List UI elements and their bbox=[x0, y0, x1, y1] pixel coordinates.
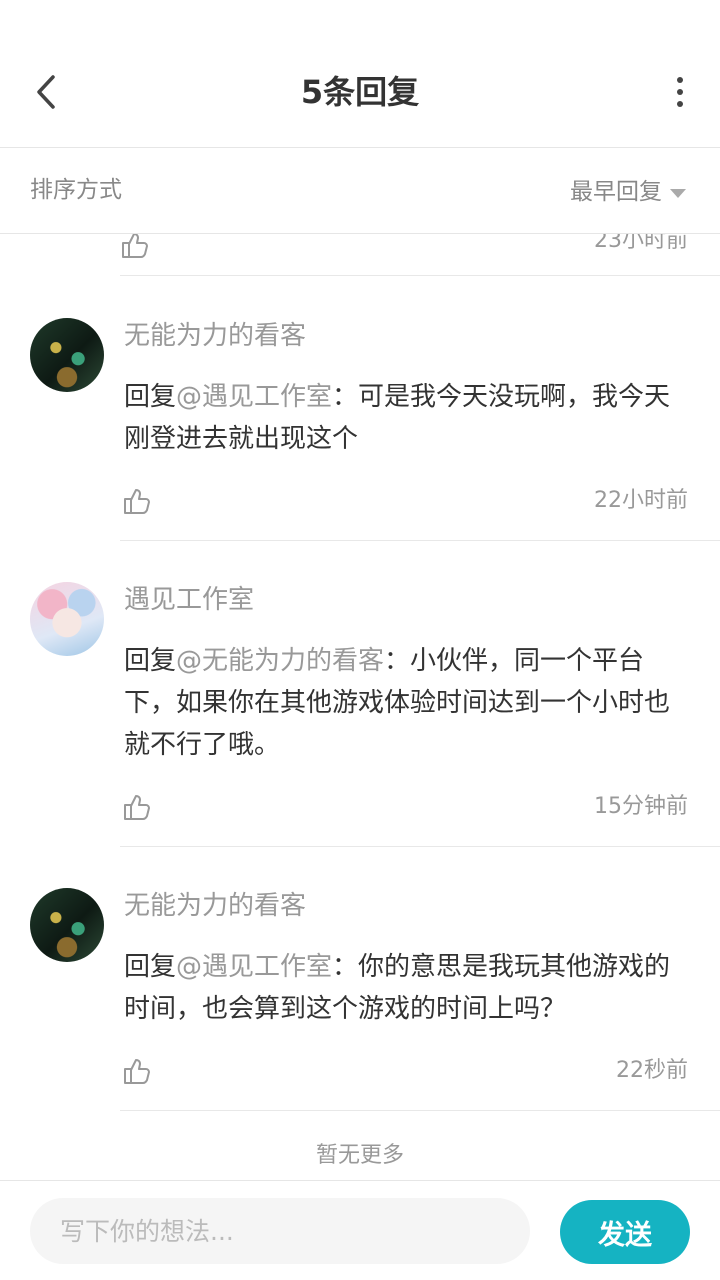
no-more-label: 暂无更多 bbox=[315, 1143, 404, 1168]
divider bbox=[120, 846, 720, 847]
reply-time: 22秒前 bbox=[616, 1058, 688, 1083]
divider bbox=[120, 1110, 720, 1111]
thumbs-up-icon[interactable] bbox=[122, 486, 152, 516]
list-item: 23小时前 bbox=[120, 234, 720, 276]
sort-selected-value: 最早回复 bbox=[570, 179, 662, 205]
reply-time: 22小时前 bbox=[594, 488, 688, 513]
thumbs-up-icon[interactable] bbox=[122, 1056, 152, 1086]
divider bbox=[120, 540, 720, 541]
page-title: 5条回复 bbox=[300, 73, 420, 111]
send-button[interactable]: 发送 bbox=[560, 1200, 690, 1264]
avatar[interactable] bbox=[30, 318, 104, 392]
avatar[interactable] bbox=[30, 582, 104, 656]
sort-bar: 排序方式 最早回复 bbox=[0, 148, 720, 234]
sort-label: 排序方式 bbox=[30, 177, 122, 203]
caret-down-icon bbox=[670, 188, 686, 198]
mention-link[interactable]: @无能为力的看客 bbox=[176, 646, 384, 676]
reply-composer: 发送 bbox=[0, 1180, 720, 1280]
more-options-button[interactable] bbox=[670, 70, 690, 114]
reply-time: 23小时前 bbox=[594, 234, 688, 253]
reply-author[interactable]: 遇见工作室 bbox=[124, 582, 254, 618]
mention-link[interactable]: @遇见工作室 bbox=[176, 382, 332, 412]
thumbs-up-icon[interactable] bbox=[120, 234, 150, 260]
mention-link[interactable]: @遇见工作室 bbox=[176, 952, 332, 982]
reply-list[interactable]: 23小时前 无能为力的看客 回复@遇见工作室：可是我今天没玩啊，我今天刚登进去就… bbox=[0, 234, 720, 1180]
avatar[interactable] bbox=[30, 888, 104, 962]
top-bar: 5条回复 bbox=[0, 0, 720, 148]
reply-content: 回复@遇见工作室：可是我今天没玩啊，我今天刚登进去就出现这个 bbox=[124, 382, 671, 454]
comment-input[interactable] bbox=[30, 1198, 530, 1264]
reply-content: 回复@遇见工作室：你的意思是我玩其他游戏的时间，也会算到这个游戏的时间上吗？ bbox=[124, 952, 671, 1024]
reply-time: 15分钟前 bbox=[594, 794, 688, 819]
vertical-dots-icon bbox=[677, 77, 683, 83]
reply-author[interactable]: 无能为力的看客 bbox=[124, 888, 306, 924]
reply-content: 回复@无能为力的看客：小伙伴，同一个平台下，如果你在其他游戏体验时间达到一个小时… bbox=[124, 646, 671, 760]
reply-author[interactable]: 无能为力的看客 bbox=[124, 318, 306, 354]
thumbs-up-icon[interactable] bbox=[122, 792, 152, 822]
sort-dropdown[interactable]: 最早回复 bbox=[570, 176, 686, 208]
